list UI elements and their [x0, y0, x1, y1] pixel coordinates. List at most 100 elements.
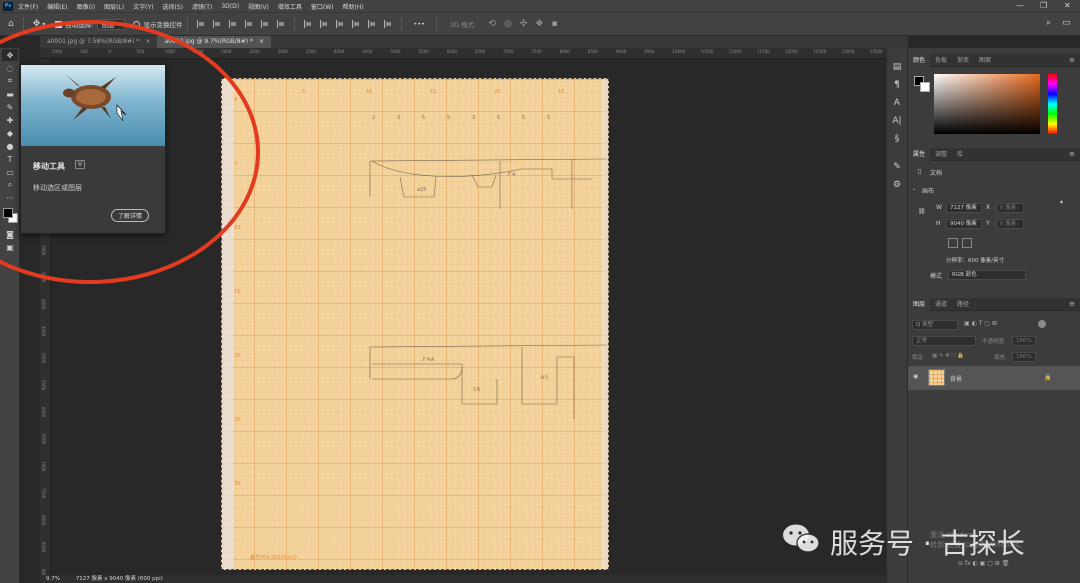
minimize-icon[interactable]: — [1016, 1, 1024, 10]
character-icon[interactable]: A [887, 96, 907, 110]
scrollbar-icon[interactable]: ▴ [1060, 198, 1063, 205]
x-field[interactable]: 0 像素 [996, 203, 1024, 213]
3d-scale-icon[interactable]: ▪ [551, 19, 557, 29]
brush-tool-icon[interactable]: ✎ [2, 101, 18, 113]
glyphs-icon[interactable]: § [887, 132, 907, 146]
dodge-tool-icon[interactable]: ● [2, 140, 18, 152]
eye-icon[interactable]: ◉ [913, 373, 918, 380]
type-tool-icon[interactable]: T [2, 153, 18, 165]
brush-settings-icon[interactable]: ✎ [887, 160, 907, 174]
zoom-level[interactable]: 9.7% [46, 576, 60, 582]
move-tool-icon[interactable]: ✥ [2, 49, 18, 61]
show-transform-checkbox[interactable] [133, 20, 141, 28]
color-picker-field[interactable] [934, 74, 1040, 134]
menu-layer[interactable]: 图层(L) [104, 2, 124, 11]
character-styles-icon[interactable]: A| [887, 114, 907, 128]
layer-row-background[interactable]: ◉ 背景 🔒 [908, 366, 1080, 390]
eyedropper-tool-icon[interactable]: ▬ [2, 88, 18, 100]
align-right-icon[interactable] [277, 20, 285, 28]
chevron-down-icon[interactable]: ▾ [42, 21, 45, 28]
horizontal-ruler[interactable]: 1000 500 0 500 1000 1500 2000 2500 3000 3500 4000 4… [40, 48, 886, 59]
menu-3d[interactable]: 3D(D) [221, 3, 239, 10]
fill-field[interactable]: 100% [1012, 352, 1036, 362]
3d-roll-icon[interactable]: ◎ [504, 19, 512, 29]
menu-file[interactable]: 文件(F) [18, 2, 38, 11]
tab-a0002[interactable]: a0002.jpg @ 9.7%(RGB/8#) * × [157, 36, 272, 48]
screen-mode-icon[interactable]: ▣ [2, 241, 18, 253]
close-tab-icon[interactable]: × [145, 38, 150, 45]
search-icon[interactable]: ⌕ [1046, 18, 1051, 28]
menu-type[interactable]: 文字(Y) [133, 2, 153, 11]
menu-view[interactable]: 视图(V) [248, 2, 269, 11]
tab-gradients[interactable]: 渐变 [952, 54, 974, 67]
tab-properties[interactable]: 属性 [908, 147, 931, 161]
document-image[interactable]: 2 3 5 5 3 5 5 5 a25 Ｆ4 Ｓ6 Ｆ4Ａ Ａ5 0 5 10 … [221, 78, 609, 570]
distribute-right-icon[interactable] [384, 20, 392, 28]
tab-libraries[interactable]: 库 [952, 148, 968, 161]
color-mode-dropdown[interactable]: RGB 颜色 [948, 270, 1026, 280]
opacity-field[interactable]: 100% [1012, 336, 1036, 346]
menu-help[interactable]: 帮助(H) [343, 2, 364, 11]
close-tab-icon[interactable]: × [259, 38, 264, 45]
align-left-icon[interactable] [245, 20, 253, 28]
canvas-area[interactable]: 2 3 5 5 3 5 5 5 a25 Ｆ4 Ｓ6 Ｆ4Ａ Ａ5 0 5 10 … [51, 59, 886, 575]
photoshop-logo-icon[interactable]: Ps [3, 1, 13, 11]
layer-kind-filter[interactable]: Q 类型 [912, 320, 958, 330]
tab-adjustments[interactable]: 调整 [930, 148, 952, 161]
menu-window[interactable]: 窗口(W) [311, 2, 334, 11]
foreground-color-swatch[interactable] [3, 208, 13, 218]
3d-slide-icon[interactable]: ❖ [535, 19, 543, 29]
shape-tool-icon[interactable]: ▭ [2, 166, 18, 178]
tab-a0001[interactable]: a0001.jpg @ 7.58%(RGB/8#) * × [40, 36, 158, 48]
background-color-swatch[interactable] [920, 82, 930, 92]
width-field[interactable]: 7127 像素 [946, 203, 982, 213]
history-icon[interactable]: ▤ [887, 60, 907, 74]
panel-menu-icon[interactable]: ≡ [1069, 300, 1075, 308]
filter-icons[interactable]: ▣ ◐ T ▢ ⊞ [964, 320, 997, 327]
panel-menu-icon[interactable]: ≡ [1069, 150, 1075, 158]
document-info[interactable]: 7127 像素 x 9040 像素 (600 ppi) [76, 576, 163, 582]
distribute-hcenter-icon[interactable] [368, 20, 376, 28]
distribute-bottom-icon[interactable] [336, 20, 344, 28]
auto-select-checkbox[interactable] [55, 20, 63, 28]
portrait-orientation-icon[interactable] [948, 238, 958, 248]
align-top-icon[interactable] [197, 20, 205, 28]
align-bottom-icon[interactable] [229, 20, 237, 28]
tab-patterns[interactable]: 图案 [974, 54, 996, 67]
tab-layers[interactable]: 图层 [908, 297, 931, 311]
zoom-tool-icon[interactable]: ⌕ [2, 179, 18, 191]
menu-filter[interactable]: 滤镜(T) [192, 2, 212, 11]
lock-icons[interactable]: ▦ ✎ ✥ ⛶ 🔒 [932, 353, 964, 360]
eraser-tool-icon[interactable]: ◆ [2, 127, 18, 139]
lasso-tool-icon[interactable]: ◌ [2, 62, 18, 74]
tab-paths[interactable]: 路径 [952, 298, 974, 311]
more-options-button[interactable]: ••• [413, 20, 425, 28]
3d-rotate-icon[interactable]: ⟲ [488, 19, 496, 29]
landscape-orientation-icon[interactable] [962, 238, 972, 248]
auto-select-dropdown[interactable]: 图层 [97, 18, 126, 30]
adjust-icon[interactable]: ⚙ [887, 178, 907, 192]
tab-swatches[interactable]: 色板 [930, 54, 952, 67]
menu-edit[interactable]: 编辑(E) [47, 2, 67, 11]
blend-mode-dropdown[interactable]: 正常 [912, 336, 976, 346]
close-icon[interactable]: ✕ [1064, 1, 1071, 10]
menu-select[interactable]: 选择(S) [162, 2, 183, 11]
link-icon[interactable]: ⛓ [918, 208, 926, 215]
crop-tool-icon[interactable]: ⌗ [2, 75, 18, 87]
filter-toggle-icon[interactable] [1038, 320, 1046, 328]
tab-color[interactable]: 颜色 [908, 53, 931, 67]
learn-more-button[interactable]: 了解详情 [111, 209, 150, 222]
align-vcenter-icon[interactable] [213, 20, 221, 28]
healing-tool-icon[interactable]: ✚ [2, 114, 18, 126]
distribute-top-icon[interactable] [304, 20, 312, 28]
height-field[interactable]: 9040 像素 [946, 219, 982, 229]
move-tool-preset-icon[interactable]: ✥ [33, 19, 41, 29]
quick-mask-icon[interactable]: ◙ [2, 228, 18, 240]
panel-menu-icon[interactable]: ≡ [1069, 56, 1075, 64]
distribute-vcenter-icon[interactable] [320, 20, 328, 28]
tab-channels[interactable]: 通道 [930, 298, 952, 311]
hue-slider[interactable] [1048, 74, 1057, 134]
y-field[interactable]: 0 像素 [996, 219, 1024, 229]
more-tools-icon[interactable]: ··· [2, 192, 18, 204]
menu-image[interactable]: 图像(I) [77, 2, 95, 11]
